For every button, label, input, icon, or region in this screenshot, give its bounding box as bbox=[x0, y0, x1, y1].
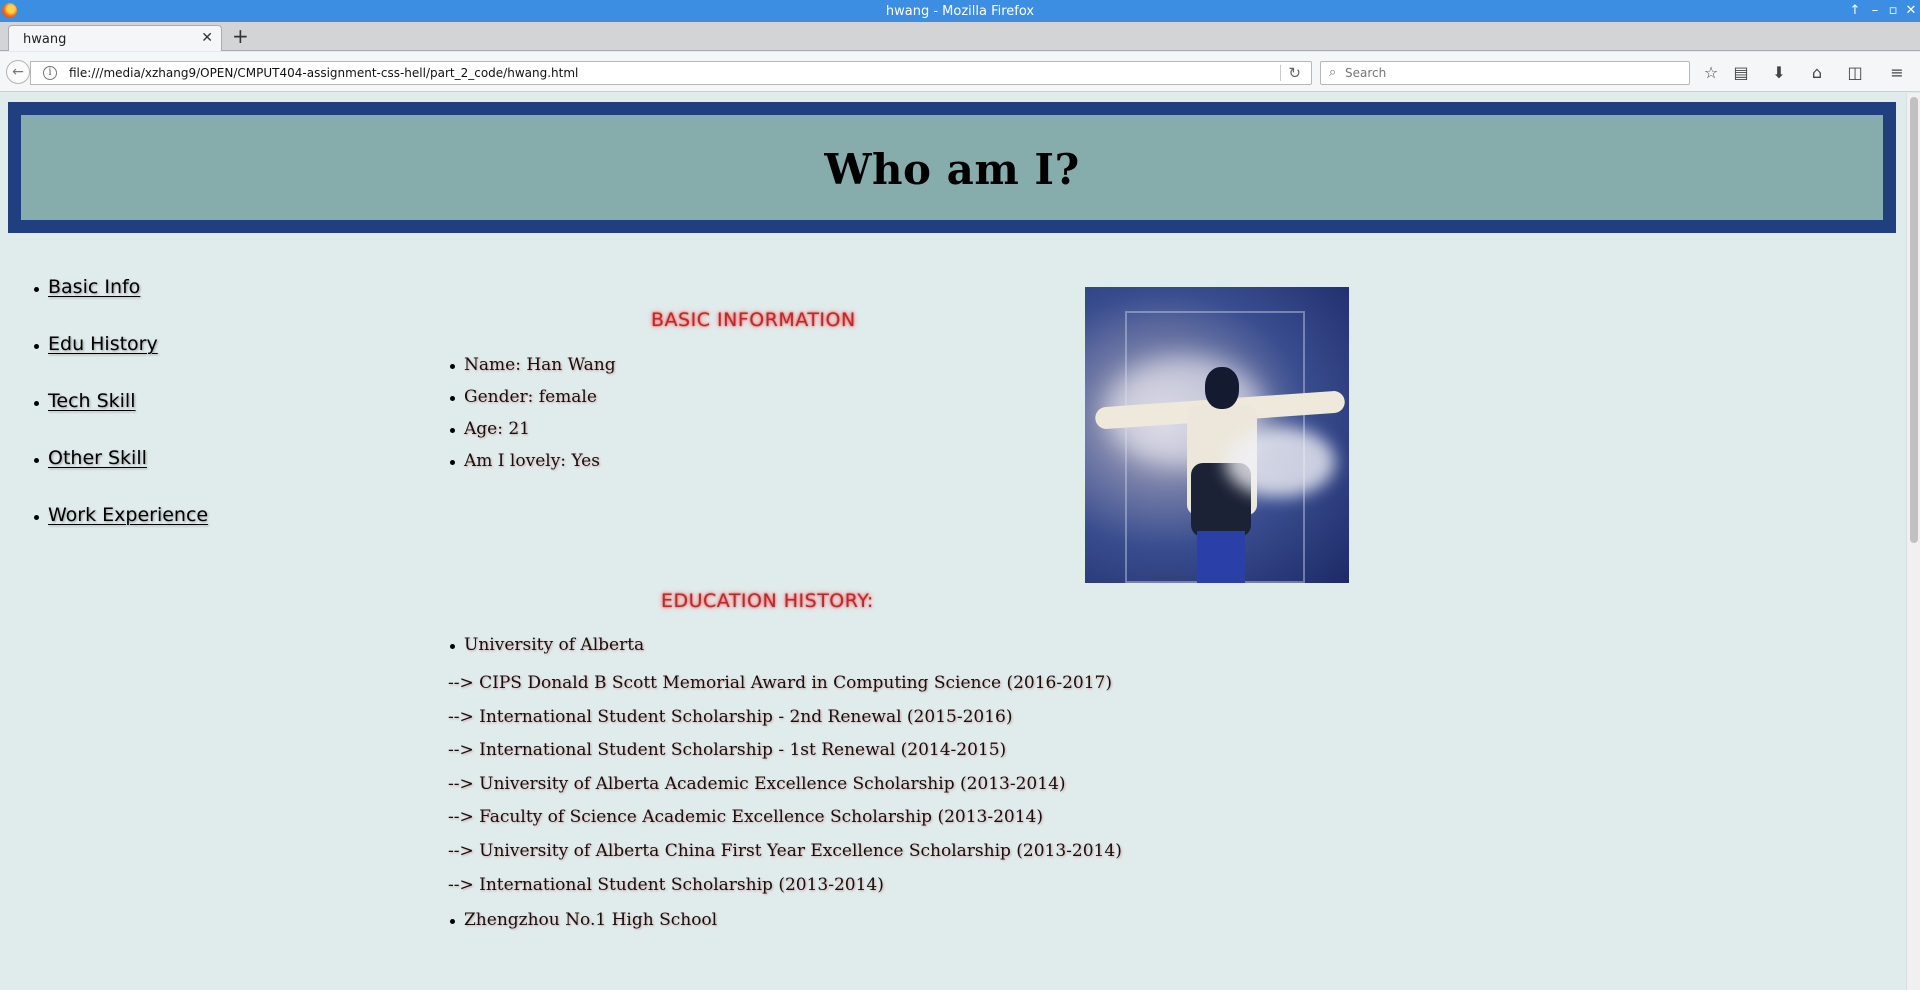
school-name: Zhengzhou No.1 High School bbox=[464, 910, 718, 931]
scrollbar-thumb[interactable] bbox=[1910, 97, 1918, 543]
basic-info-item: Name: Han Wang bbox=[448, 355, 616, 387]
award-item: --> International Student Scholarship (2… bbox=[448, 874, 884, 895]
basic-info-heading: BASIC INFORMATION bbox=[651, 309, 856, 331]
basic-info-item: Am I lovely: Yes bbox=[448, 451, 616, 483]
window-up-icon[interactable]: ↑ bbox=[1846, 2, 1864, 20]
url-bar[interactable]: i file:///media/xzhang9/OPEN/CMPUT404-as… bbox=[30, 61, 1312, 85]
side-navigation: Basic Info Edu History Tech Skill Other … bbox=[32, 276, 208, 561]
pocket-icon[interactable]: ◫ bbox=[1844, 62, 1866, 84]
award-item: --> University of Alberta China First Ye… bbox=[448, 840, 1122, 861]
education-history-heading: EDUCATION HISTORY: bbox=[661, 590, 874, 612]
window-title: hwang - Mozilla Firefox bbox=[885, 4, 1035, 19]
new-tab-button[interactable]: + bbox=[232, 25, 249, 47]
search-bar[interactable]: ⌕ bbox=[1320, 61, 1690, 85]
reading-list-icon[interactable]: ▤ bbox=[1730, 62, 1752, 84]
nav-link-work-experience[interactable]: Work Experience bbox=[48, 504, 208, 526]
nav-item-edu-history: Edu History bbox=[32, 333, 208, 390]
photo-legs bbox=[1197, 531, 1245, 583]
nav-item-tech-skill: Tech Skill bbox=[32, 390, 208, 447]
site-info-icon[interactable]: i bbox=[43, 66, 57, 80]
basic-info-item: Gender: female bbox=[448, 387, 616, 419]
reload-icon[interactable]: ↻ bbox=[1288, 64, 1301, 82]
award-item: --> CIPS Donald B Scott Memorial Award i… bbox=[448, 673, 1112, 693]
profile-photo bbox=[1085, 287, 1349, 583]
school-name: University of Alberta bbox=[464, 635, 645, 655]
search-input[interactable] bbox=[1345, 64, 1675, 82]
back-button[interactable]: ← bbox=[6, 60, 30, 84]
tab-close-icon[interactable]: ✕ bbox=[201, 30, 213, 46]
page-header-inner: Who am I? bbox=[21, 115, 1883, 220]
window-minimize-button[interactable]: – bbox=[1866, 2, 1884, 20]
window-titlebar: hwang - Mozilla Firefox ↑ – ▫ ✕ bbox=[0, 0, 1920, 22]
award-item: --> International Student Scholarship - … bbox=[448, 740, 1007, 761]
nav-item-basic-info: Basic Info bbox=[32, 276, 208, 333]
window-close-button[interactable]: ✕ bbox=[1902, 2, 1920, 20]
search-icon: ⌕ bbox=[1329, 65, 1337, 80]
back-arrow-icon: ← bbox=[12, 64, 24, 80]
nav-item-work-experience: Work Experience bbox=[32, 504, 208, 561]
school-item: Zhengzhou No.1 High School bbox=[448, 910, 1122, 930]
nav-link-edu-history[interactable]: Edu History bbox=[48, 333, 158, 355]
basic-info-list: Name: Han Wang Gender: female Age: 21 Am… bbox=[448, 355, 616, 483]
window-maximize-button[interactable]: ▫ bbox=[1884, 2, 1902, 20]
page-title: Who am I? bbox=[824, 145, 1080, 194]
url-divider bbox=[1280, 65, 1281, 81]
downloads-icon[interactable]: ⬇ bbox=[1768, 62, 1790, 84]
tab-hwang[interactable]: hwang ✕ bbox=[8, 25, 222, 51]
tab-bar: hwang ✕ + bbox=[0, 22, 1920, 51]
menu-hamburger-icon[interactable]: ≡ bbox=[1886, 62, 1908, 84]
photo-fog bbox=[1225, 427, 1335, 497]
navigation-toolbar: ← i file:///media/xzhang9/OPEN/CMPUT404-… bbox=[0, 52, 1920, 92]
nav-link-other-skill[interactable]: Other Skill bbox=[48, 447, 147, 469]
school-item: University of Alberta bbox=[448, 635, 1122, 667]
nav-link-basic-info[interactable]: Basic Info bbox=[48, 276, 140, 298]
page-viewport: Who am I? Basic Info Edu History Tech Sk… bbox=[0, 93, 1906, 990]
photo-head bbox=[1205, 367, 1239, 409]
page-scrollbar[interactable] bbox=[1906, 93, 1920, 990]
award-item: --> International Student Scholarship - … bbox=[448, 706, 1013, 727]
tab-label: hwang bbox=[23, 32, 67, 47]
home-icon[interactable]: ⌂ bbox=[1806, 62, 1828, 84]
bookmark-star-icon[interactable]: ☆ bbox=[1700, 62, 1722, 84]
nav-item-other-skill: Other Skill bbox=[32, 447, 208, 504]
url-text[interactable]: file:///media/xzhang9/OPEN/CMPUT404-assi… bbox=[69, 66, 578, 80]
nav-link-tech-skill[interactable]: Tech Skill bbox=[48, 390, 136, 412]
basic-info-item: Age: 21 bbox=[448, 419, 616, 451]
award-item: --> Faculty of Science Academic Excellen… bbox=[448, 807, 1043, 828]
page-header: Who am I? bbox=[8, 102, 1896, 233]
award-item: --> University of Alberta Academic Excel… bbox=[448, 773, 1066, 794]
education-list: University of Alberta --> CIPS Donald B … bbox=[448, 635, 1122, 930]
